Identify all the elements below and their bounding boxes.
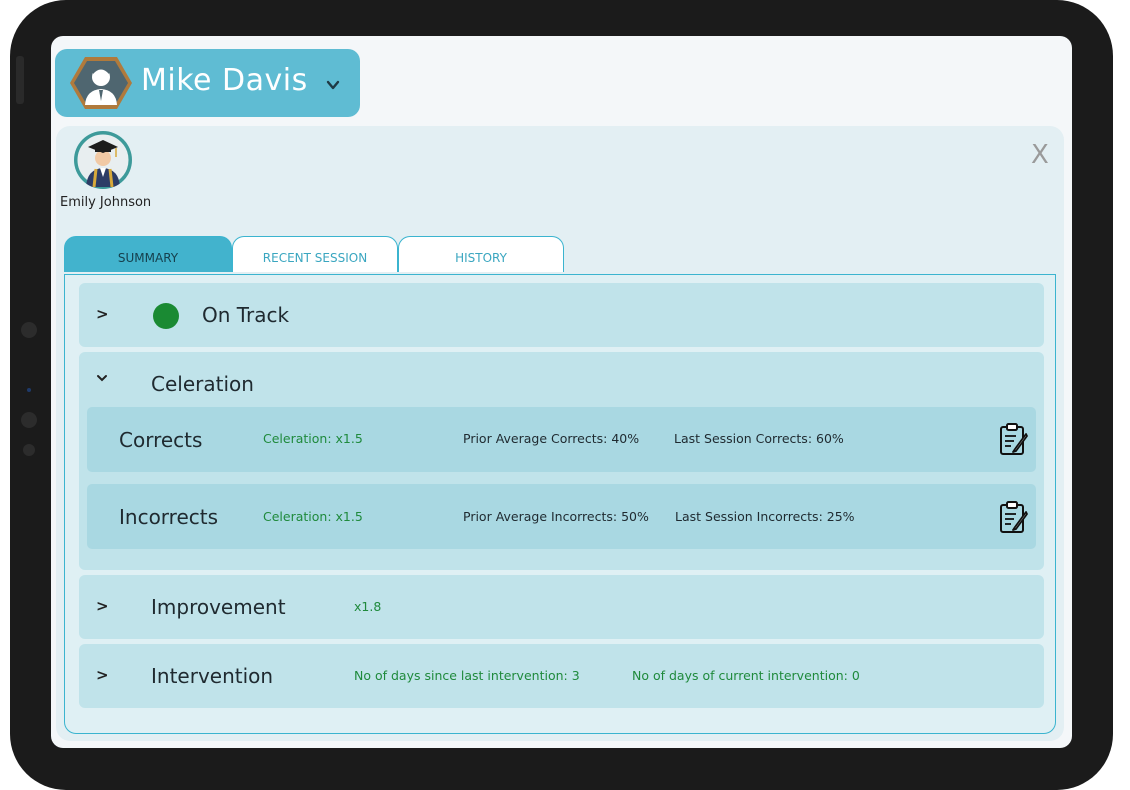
days-since-last-intervention: No of days since last intervention: 3 — [354, 668, 580, 683]
incorrects-row: Incorrects Celeration: x1.5 Prior Averag… — [87, 484, 1036, 549]
tab-recent-session[interactable]: RECENT SESSION — [232, 236, 398, 272]
sensor-dot — [21, 322, 37, 338]
user-avatar-icon — [70, 57, 132, 109]
improvement-row[interactable]: > Improvement x1.8 — [79, 575, 1044, 639]
close-button[interactable]: X — [1031, 140, 1049, 170]
camera-lens — [27, 388, 31, 392]
sensor-dot — [23, 444, 35, 456]
corrects-label: Corrects — [119, 428, 203, 452]
summary-content: > On Track Celeration Corrects Celeratio… — [64, 274, 1056, 734]
prior-average-corrects: Prior Average Corrects: 40% — [463, 431, 640, 446]
intervention-row[interactable]: > Intervention No of days since last int… — [79, 644, 1044, 708]
on-track-row[interactable]: > On Track — [79, 283, 1044, 347]
tab-history[interactable]: HISTORY — [398, 236, 564, 272]
graduate-avatar-icon — [74, 131, 132, 189]
tab-summary[interactable]: SUMMARY — [64, 236, 232, 272]
side-button — [16, 56, 24, 104]
intervention-label: Intervention — [151, 664, 274, 688]
incorrects-celeration: Celeration: x1.5 — [263, 509, 363, 524]
corrects-row: Corrects Celeration: x1.5 Prior Average … — [87, 407, 1036, 472]
status-indicator — [153, 303, 179, 329]
sensor-dot — [21, 412, 37, 428]
on-track-label: On Track — [202, 303, 290, 327]
user-name: Mike Davis — [141, 63, 308, 98]
clipboard-edit-icon[interactable] — [999, 422, 1029, 456]
student-panel: X Emily Johnson SUMMARY RECENT SESSION H… — [56, 126, 1064, 741]
collapse-chevron-icon[interactable] — [96, 372, 108, 388]
last-session-corrects: Last Session Corrects: 60% — [674, 431, 844, 446]
incorrects-label: Incorrects — [119, 505, 219, 529]
user-switcher[interactable]: Mike Davis — [55, 49, 360, 117]
days-of-current-intervention: No of days of current intervention: 0 — [632, 668, 860, 683]
corrects-celeration: Celeration: x1.5 — [263, 431, 363, 446]
expand-chevron-icon[interactable]: > — [96, 597, 109, 615]
improvement-value: x1.8 — [354, 599, 382, 614]
expand-chevron-icon[interactable]: > — [96, 305, 109, 323]
chevron-down-icon[interactable] — [325, 77, 341, 93]
celeration-row[interactable]: Celeration Corrects Celeration: x1.5 Pri… — [79, 352, 1044, 570]
celeration-label: Celeration — [151, 372, 254, 396]
student-name: Emily Johnson — [60, 195, 152, 210]
prior-average-incorrects: Prior Average Incorrects: 50% — [463, 509, 649, 524]
tab-bar: SUMMARY RECENT SESSION HISTORY — [64, 236, 564, 274]
last-session-incorrects: Last Session Incorrects: 25% — [675, 509, 855, 524]
clipboard-edit-icon[interactable] — [999, 500, 1029, 534]
expand-chevron-icon[interactable]: > — [96, 666, 109, 684]
improvement-label: Improvement — [151, 595, 286, 619]
student-avatar — [74, 131, 132, 189]
app-screen: Mike Davis X Emily Johnson SUMMARY RECEN… — [51, 36, 1072, 748]
